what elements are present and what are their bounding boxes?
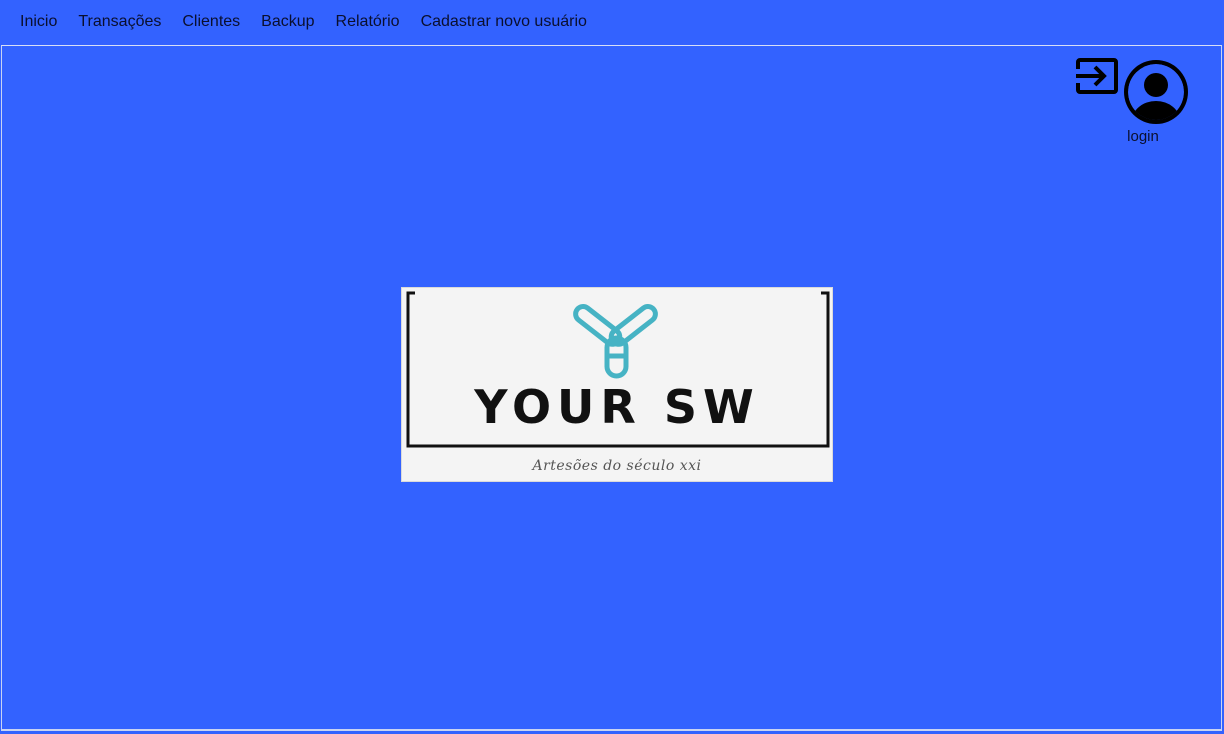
menu-item-backup[interactable]: Backup xyxy=(253,9,322,35)
menu-item-transacoes[interactable]: Transações xyxy=(70,9,169,35)
menu-item-clientes[interactable]: Clientes xyxy=(174,9,248,35)
logo-brand-text: YOUR SW xyxy=(474,380,760,434)
logout-icon[interactable] xyxy=(1074,56,1120,100)
menu-item-relatorio[interactable]: Relatório xyxy=(328,9,408,35)
login-label[interactable]: login xyxy=(1106,128,1180,145)
app-window: Inicio Transações Clientes Backup Relató… xyxy=(0,0,1224,734)
menu-item-cadastrar-usuario[interactable]: Cadastrar novo usuário xyxy=(413,9,595,35)
user-avatar-icon[interactable] xyxy=(1122,59,1190,125)
menu-bar: Inicio Transações Clientes Backup Relató… xyxy=(0,0,1224,44)
company-logo: YOUR SW Artesões do século xxi xyxy=(401,287,833,482)
logo-mark-icon xyxy=(573,304,658,379)
menu-item-inicio[interactable]: Inicio xyxy=(12,9,65,35)
logo-tagline: Artesões do século xxi xyxy=(532,458,702,474)
